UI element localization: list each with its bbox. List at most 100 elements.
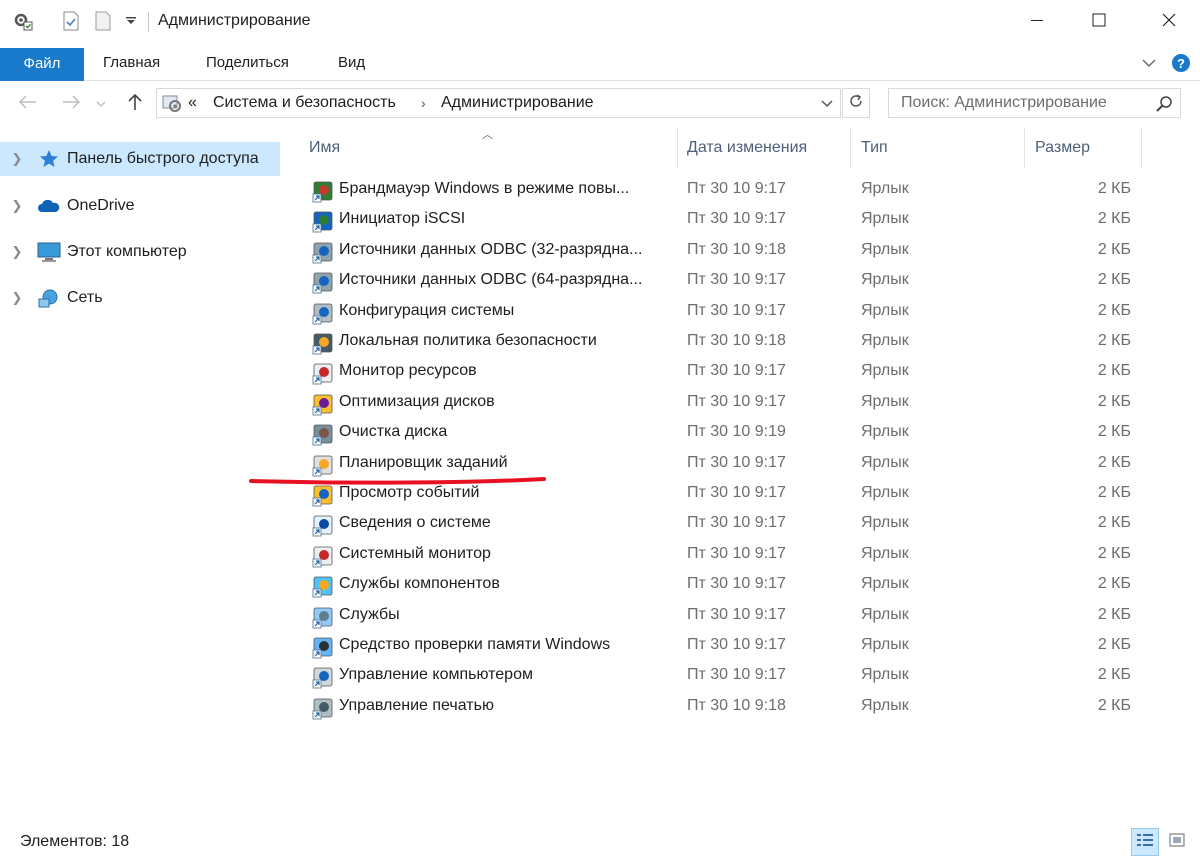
file-size: 2 КБ: [1097, 666, 1131, 684]
file-size: 2 КБ: [1097, 605, 1131, 623]
file-type: Ярлык: [861, 514, 909, 532]
file-date: Пт 30 10 9:17: [687, 301, 786, 319]
chevron-right-icon[interactable]: ❯: [0, 290, 34, 306]
file-type: Ярлык: [861, 453, 909, 471]
file-row[interactable]: Источники данных ODBC (64-разрядна... Пт …: [296, 267, 1156, 297]
file-size: 2 КБ: [1097, 453, 1131, 471]
file-row[interactable]: Службы компонентов Пт 30 10 9:17 Ярлык 2 КБ: [296, 571, 1156, 601]
file-name: Управление компьютером: [339, 666, 533, 684]
chevron-right-icon[interactable]: ❯: [0, 151, 34, 167]
tab-view[interactable]: Вид: [334, 47, 369, 79]
customize-dropdown-icon[interactable]: [120, 10, 142, 32]
file-size: 2 КБ: [1097, 514, 1131, 532]
up-arrow-icon: [128, 93, 142, 116]
file-date: Пт 30 10 9:17: [687, 575, 786, 593]
chevron-right-icon[interactable]: ❯: [0, 198, 34, 214]
file-name: Очистка диска: [339, 423, 448, 441]
large-icons-view-icon: [1168, 832, 1186, 853]
file-date: Пт 30 10 9:18: [687, 696, 786, 714]
new-folder-icon[interactable]: [92, 10, 114, 32]
file-type: Ярлык: [861, 575, 909, 593]
file-row[interactable]: Управление компьютером Пт 30 10 9:17 Ярлык…: [296, 662, 1156, 692]
recent-locations-button[interactable]: [94, 92, 108, 116]
file-row[interactable]: Средство проверки памяти Windows Пт 30 10…: [296, 632, 1156, 662]
tab-file[interactable]: Файл: [0, 48, 84, 81]
red-underline-annotation: [249, 477, 546, 485]
column-header-name[interactable]: Имя: [296, 128, 678, 168]
refresh-button[interactable]: [842, 88, 870, 118]
properties-icon[interactable]: [12, 10, 34, 32]
nav-item-network[interactable]: ❯ Сеть: [0, 281, 280, 315]
maximize-button[interactable]: [1068, 0, 1130, 44]
file-date: Пт 30 10 9:17: [687, 514, 786, 532]
file-date: Пт 30 10 9:17: [687, 271, 786, 289]
file-date: Пт 30 10 9:17: [687, 544, 786, 562]
file-size: 2 КБ: [1097, 636, 1131, 653]
file-row[interactable]: Брандмауэр Windows в режиме повы... Пт 30…: [296, 176, 1156, 206]
nav-item-quick-access[interactable]: ❯ Панель быстрого доступа: [0, 142, 280, 176]
maximize-icon: [1092, 13, 1106, 32]
breadcrumb-system-security[interactable]: Система и безопасность: [213, 94, 396, 112]
file-row[interactable]: Источники данных ODBC (32-разрядна... Пт …: [296, 237, 1156, 267]
search-icon[interactable]: [1154, 94, 1174, 119]
minimize-button[interactable]: [1006, 0, 1068, 44]
file-row[interactable]: Сведения о системе Пт 30 10 9:17 Ярлык 2 КБ: [296, 510, 1156, 540]
breadcrumb-administration[interactable]: Администрирование: [441, 94, 594, 112]
breadcrumb-separator-icon[interactable]: ›: [421, 95, 426, 111]
security-policy-icon: [311, 331, 335, 355]
chevron-right-icon[interactable]: ❯: [0, 244, 34, 260]
file-row[interactable]: Службы Пт 30 10 9:17 Ярлык 2 КБ: [296, 602, 1156, 632]
file-name: Службы компонентов: [339, 575, 500, 593]
file-type: Ярлык: [861, 362, 909, 380]
nav-item-onedrive[interactable]: ❯ OneDrive: [0, 189, 280, 223]
file-row[interactable]: Инициатор iSCSI Пт 30 10 9:17 Ярлык 2 КБ: [296, 206, 1156, 236]
address-dropdown-icon[interactable]: [820, 93, 834, 118]
file-size: 2 КБ: [1097, 271, 1131, 289]
column-header-size[interactable]: Размер: [1022, 128, 1140, 168]
ribbon-expand-icon[interactable]: [1141, 52, 1157, 74]
details-view-button[interactable]: [1131, 828, 1159, 856]
search-box[interactable]: Поиск: Администрирование: [888, 88, 1181, 118]
svg-text:?: ?: [1177, 56, 1185, 71]
window-title: Администрирование: [158, 12, 311, 29]
file-size: 2 КБ: [1097, 210, 1131, 228]
file-row[interactable]: Оптимизация дисков Пт 30 10 9:17 Ярлык 2 КБ: [296, 389, 1156, 419]
close-button[interactable]: [1138, 0, 1200, 44]
file-size: 2 КБ: [1097, 544, 1131, 562]
status-bar: Элементов: 18: [0, 822, 1200, 859]
help-icon[interactable]: ?: [1170, 52, 1192, 74]
up-button[interactable]: [122, 92, 148, 116]
cloud-icon: [34, 197, 64, 215]
ribbon-tabs: Файл Главная Поделиться Вид ?: [0, 44, 1200, 81]
back-button[interactable]: [15, 92, 41, 116]
file-row[interactable]: Монитор ресурсов Пт 30 10 9:17 Ярлык 2 КБ: [296, 358, 1156, 388]
address-overflow[interactable]: «: [188, 94, 197, 112]
file-row[interactable]: Очистка диска Пт 30 10 9:19 Ярлык 2 КБ: [296, 419, 1156, 449]
nav-item-this-pc[interactable]: ❯ Этот компьютер: [0, 235, 280, 269]
network-icon: [34, 287, 64, 309]
file-row[interactable]: Конфигурация системы Пт 30 10 9:17 Ярлык 2 …: [296, 298, 1156, 328]
forward-button[interactable]: [58, 92, 84, 116]
file-type: Ярлык: [861, 332, 909, 349]
system-info-icon: [311, 513, 335, 537]
large-icons-view-button[interactable]: [1163, 828, 1191, 856]
refresh-icon: [848, 93, 864, 114]
file-type: Ярлык: [861, 636, 909, 653]
print-management-icon: [311, 696, 335, 720]
address-bar[interactable]: « Система и безопасность › Администриров…: [156, 88, 841, 118]
file-row[interactable]: Системный монитор Пт 30 10 9:17 Ярлык 2 КБ: [296, 541, 1156, 571]
file-size: 2 КБ: [1097, 362, 1131, 380]
file-name: Планировщик заданий: [339, 453, 508, 471]
file-row[interactable]: Локальная политика безопасности Пт 30 10 …: [296, 328, 1156, 358]
column-header-type[interactable]: Тип: [848, 128, 1024, 168]
nav-label-network: Сеть: [67, 289, 103, 306]
tab-share[interactable]: Поделиться: [202, 47, 293, 79]
tab-home[interactable]: Главная: [99, 47, 164, 79]
new-document-icon[interactable]: [60, 10, 82, 32]
resource-monitor-icon: [311, 361, 335, 385]
file-type: Ярлык: [861, 666, 909, 684]
file-name: Службы: [339, 605, 400, 623]
file-row[interactable]: Управление печатью Пт 30 10 9:18 Ярлык 2 КБ: [296, 693, 1156, 723]
column-divider[interactable]: [1141, 128, 1142, 168]
column-header-date[interactable]: Дата изменения: [674, 128, 850, 168]
